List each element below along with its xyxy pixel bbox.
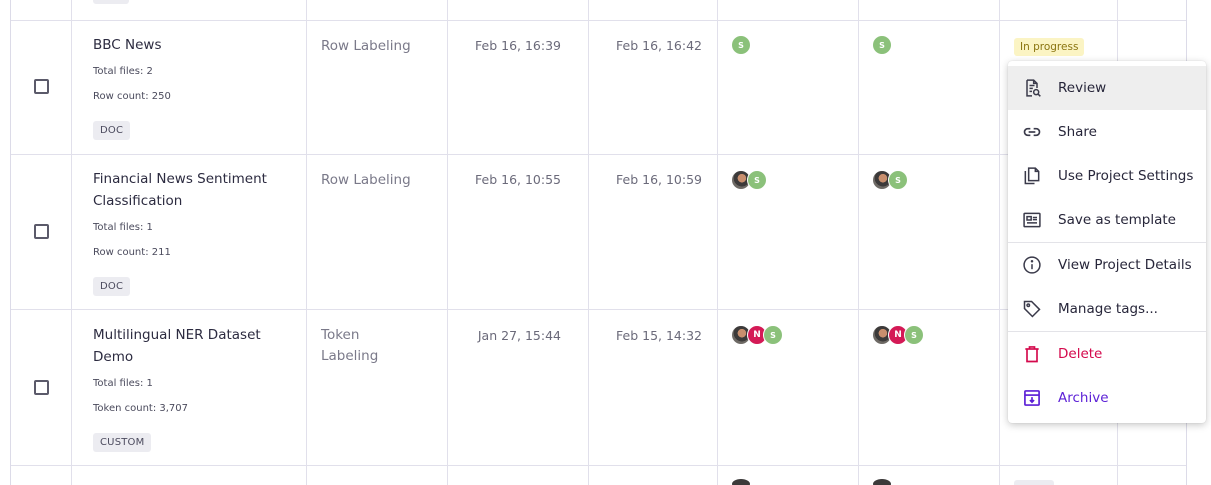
menu-item-archive[interactable]: Archive xyxy=(1008,376,1206,420)
column-divider xyxy=(71,0,72,485)
reviewers[interactable]: S xyxy=(872,35,892,55)
project-context-menu[interactable]: Review Share Use Project Settings Save a… xyxy=(1008,61,1206,423)
avatar[interactable]: S xyxy=(888,170,908,190)
tag-label: CUSTOM xyxy=(93,433,152,452)
menu-item-manage-tags[interactable]: Manage tags... xyxy=(1008,287,1206,331)
link-icon xyxy=(1023,127,1041,137)
annotators[interactable]: S xyxy=(731,170,767,190)
project-type: Row Labeling xyxy=(321,172,411,188)
column-divider xyxy=(858,0,859,485)
avatar-partial xyxy=(732,479,750,485)
menu-item-label: Archive xyxy=(1058,390,1109,406)
project-type: Row Labeling xyxy=(321,38,411,54)
project-type: Token Labeling xyxy=(321,327,379,364)
menu-item-label: Review xyxy=(1058,80,1107,96)
item-count: Row count: 250 xyxy=(93,91,171,102)
column-divider xyxy=(306,0,307,485)
menu-item-label: Share xyxy=(1058,124,1097,140)
project-name[interactable]: Multilingual NER Dataset Demo xyxy=(93,325,283,368)
item-count: Token count: 3,707 xyxy=(93,403,189,414)
menu-item-label: Use Project Settings xyxy=(1058,168,1194,184)
row-divider xyxy=(11,20,1186,21)
created-date: Jan 27, 15:44 xyxy=(477,328,561,343)
status-badge: In progress xyxy=(1014,35,1085,56)
project-name[interactable]: BBC News xyxy=(93,35,293,57)
updated-date: Feb 15, 14:32 xyxy=(616,328,702,343)
avatar[interactable]: S xyxy=(904,325,924,345)
project-tag: DOC xyxy=(93,118,131,140)
tag-partial xyxy=(93,0,129,4)
menu-item-share[interactable]: Share xyxy=(1008,110,1206,154)
column-divider xyxy=(999,0,1000,485)
column-divider xyxy=(717,0,718,485)
tag-icon xyxy=(1023,300,1041,318)
avatar-partial xyxy=(873,479,891,485)
total-files: Total files: 1 xyxy=(93,222,153,233)
menu-item-use-project-settings[interactable]: Use Project Settings xyxy=(1008,154,1206,198)
menu-item-label: Save as template xyxy=(1058,212,1176,228)
menu-item-label: Manage tags... xyxy=(1058,301,1158,317)
annotators[interactable]: N S xyxy=(731,325,783,345)
archive-icon xyxy=(1024,390,1040,406)
review-icon xyxy=(1026,79,1041,97)
menu-item-label: View Project Details xyxy=(1058,257,1192,273)
project-tag: DOC xyxy=(93,274,131,296)
template-icon xyxy=(1023,212,1041,228)
item-count: Row count: 211 xyxy=(93,247,171,258)
avatar[interactable]: S xyxy=(731,35,751,55)
project-tag: CUSTOM xyxy=(93,430,152,452)
menu-item-delete[interactable]: Delete xyxy=(1008,332,1206,376)
created-date: Feb 16, 10:55 xyxy=(475,172,561,187)
total-files: Total files: 2 xyxy=(93,66,153,77)
tag-label: DOC xyxy=(93,121,131,140)
created-date: Feb 16, 16:39 xyxy=(475,38,561,53)
column-divider xyxy=(447,0,448,485)
row-checkbox[interactable] xyxy=(34,79,49,94)
menu-item-view-project-details[interactable]: View Project Details xyxy=(1008,243,1206,287)
row-divider xyxy=(11,465,1186,466)
menu-item-review[interactable]: Review xyxy=(1008,66,1206,110)
reviewers[interactable]: N S xyxy=(872,325,924,345)
project-name[interactable]: Financial News Sentiment Classification xyxy=(93,169,283,212)
annotators[interactable]: S xyxy=(731,35,751,55)
copy-icon xyxy=(1024,167,1040,185)
reviewers[interactable]: S xyxy=(872,170,908,190)
menu-item-label: Delete xyxy=(1058,346,1103,362)
info-icon xyxy=(1023,256,1041,274)
menu-item-save-as-template[interactable]: Save as template xyxy=(1008,198,1206,242)
avatar[interactable]: S xyxy=(872,35,892,55)
updated-date: Feb 16, 16:42 xyxy=(616,38,702,53)
avatar[interactable]: S xyxy=(747,170,767,190)
updated-date: Feb 16, 10:59 xyxy=(616,172,702,187)
badge-partial xyxy=(1014,480,1054,485)
tag-label: DOC xyxy=(93,277,131,296)
row-checkbox[interactable] xyxy=(34,380,49,395)
status-label: In progress xyxy=(1014,38,1085,56)
total-files: Total files: 1 xyxy=(93,378,153,389)
row-checkbox[interactable] xyxy=(34,224,49,239)
trash-icon xyxy=(1025,346,1039,363)
column-divider xyxy=(588,0,589,485)
avatar[interactable]: S xyxy=(763,325,783,345)
